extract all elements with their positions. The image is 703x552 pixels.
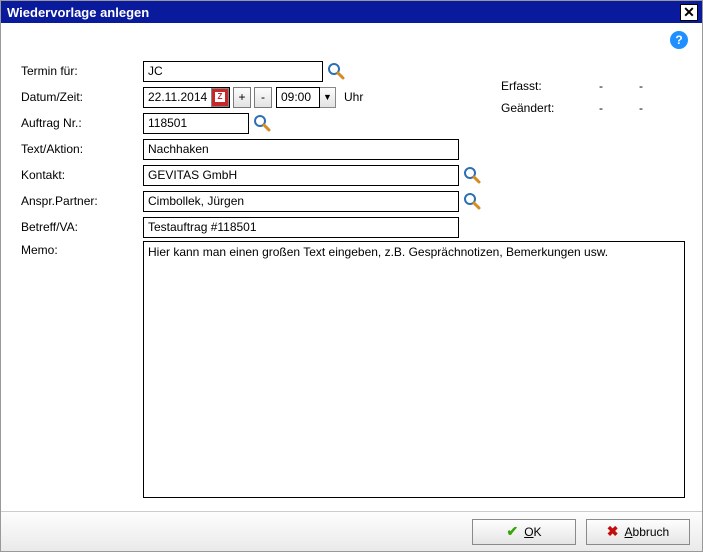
erfasst-value-1: - xyxy=(581,79,621,93)
text-aktion-input[interactable] xyxy=(143,139,459,160)
date-plus-button[interactable]: + xyxy=(233,87,251,108)
geaendert-value-2: - xyxy=(621,101,661,115)
magnifier-icon xyxy=(253,114,271,132)
chevron-down-icon: ▼ xyxy=(323,92,332,102)
label-kontakt: Kontakt: xyxy=(17,168,143,182)
meta-geaendert-row: Geändert: - - xyxy=(501,97,661,119)
dialog-window: Wiedervorlage anlegen ✕ ? Erfasst: - - G… xyxy=(0,0,703,552)
meta-erfasst-row: Erfasst: - - xyxy=(501,75,661,97)
magnifier-icon xyxy=(327,62,345,80)
magnifier-icon xyxy=(463,166,481,184)
abbruch-button-label: Abbruch xyxy=(625,525,670,539)
label-text-aktion: Text/Aktion: xyxy=(17,142,143,156)
check-icon: ✔ xyxy=(506,523,518,540)
label-termin-fuer: Termin für: xyxy=(17,64,143,78)
label-memo: Memo: xyxy=(17,241,143,498)
row-anspr-partner: Anspr.Partner: xyxy=(17,189,686,213)
kontakt-lookup-button[interactable] xyxy=(463,166,481,184)
cross-icon: ✖ xyxy=(607,523,619,540)
geaendert-value-1: - xyxy=(581,101,621,115)
label-anspr-partner: Anspr.Partner: xyxy=(17,194,143,208)
betreff-va-input[interactable] xyxy=(143,217,459,238)
calendar-icon: Z xyxy=(215,92,225,102)
ok-button-label: OK xyxy=(524,525,541,539)
zeit-input[interactable] xyxy=(276,87,320,108)
time-dropdown-button[interactable]: ▼ xyxy=(320,87,336,108)
row-text-aktion: Text/Aktion: xyxy=(17,137,686,161)
dialog-footer: ✔ OK ✖ Abbruch xyxy=(1,511,702,551)
close-button[interactable]: ✕ xyxy=(680,4,698,21)
memo-textarea[interactable] xyxy=(143,241,685,498)
row-kontakt: Kontakt: xyxy=(17,163,686,187)
date-input-wrap: Z xyxy=(143,87,230,108)
row-betreff-va: Betreff/VA: xyxy=(17,215,686,239)
close-icon: ✕ xyxy=(683,5,695,19)
meta-info: Erfasst: - - Geändert: - - xyxy=(501,75,661,119)
window-title: Wiedervorlage anlegen xyxy=(7,5,680,20)
auftrag-nr-input[interactable] xyxy=(143,113,249,134)
help-icon: ? xyxy=(675,33,682,47)
form-area: Termin für: Datum/Zeit: Z + - xyxy=(17,59,686,498)
anspr-partner-input[interactable] xyxy=(143,191,459,212)
kontakt-input[interactable] xyxy=(143,165,459,186)
label-datum-zeit: Datum/Zeit: xyxy=(17,90,143,104)
geaendert-label: Geändert: xyxy=(501,101,581,115)
dialog-body: ? Erfasst: - - Geändert: - - Termin für: xyxy=(1,23,702,511)
anspr-partner-lookup-button[interactable] xyxy=(463,192,481,210)
date-minus-button[interactable]: - xyxy=(254,87,272,108)
magnifier-icon xyxy=(463,192,481,210)
label-auftrag-nr: Auftrag Nr.: xyxy=(17,116,143,130)
row-memo: Memo: xyxy=(17,241,686,498)
auftrag-nr-lookup-button[interactable] xyxy=(253,114,271,132)
ok-button[interactable]: ✔ OK xyxy=(472,519,576,545)
calendar-button[interactable]: Z xyxy=(211,88,229,107)
uhr-label: Uhr xyxy=(344,90,363,104)
erfasst-label: Erfasst: xyxy=(501,79,581,93)
label-betreff-va: Betreff/VA: xyxy=(17,220,143,234)
help-button[interactable]: ? xyxy=(670,31,688,49)
termin-fuer-input[interactable] xyxy=(143,61,323,82)
abbruch-button[interactable]: ✖ Abbruch xyxy=(586,519,690,545)
erfasst-value-2: - xyxy=(621,79,661,93)
time-combo: ▼ xyxy=(276,87,336,108)
titlebar: Wiedervorlage anlegen ✕ xyxy=(1,1,702,23)
termin-fuer-lookup-button[interactable] xyxy=(327,62,345,80)
